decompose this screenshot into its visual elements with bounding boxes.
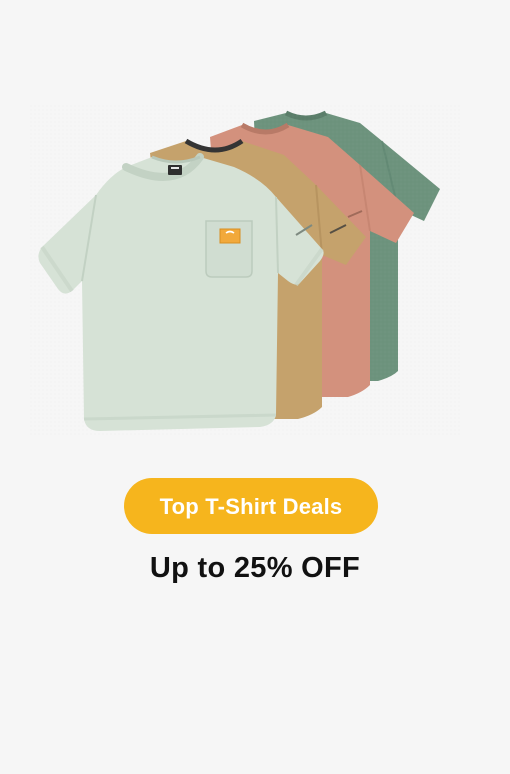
promo-card[interactable]: Top T-Shirt Deals Up to 25% OFF xyxy=(0,0,510,774)
tshirt-stack-image[interactable] xyxy=(30,105,460,435)
promo-headline: Up to 25% OFF xyxy=(149,552,361,584)
top-tshirt-deals-button[interactable]: Top T-Shirt Deals xyxy=(124,478,378,534)
